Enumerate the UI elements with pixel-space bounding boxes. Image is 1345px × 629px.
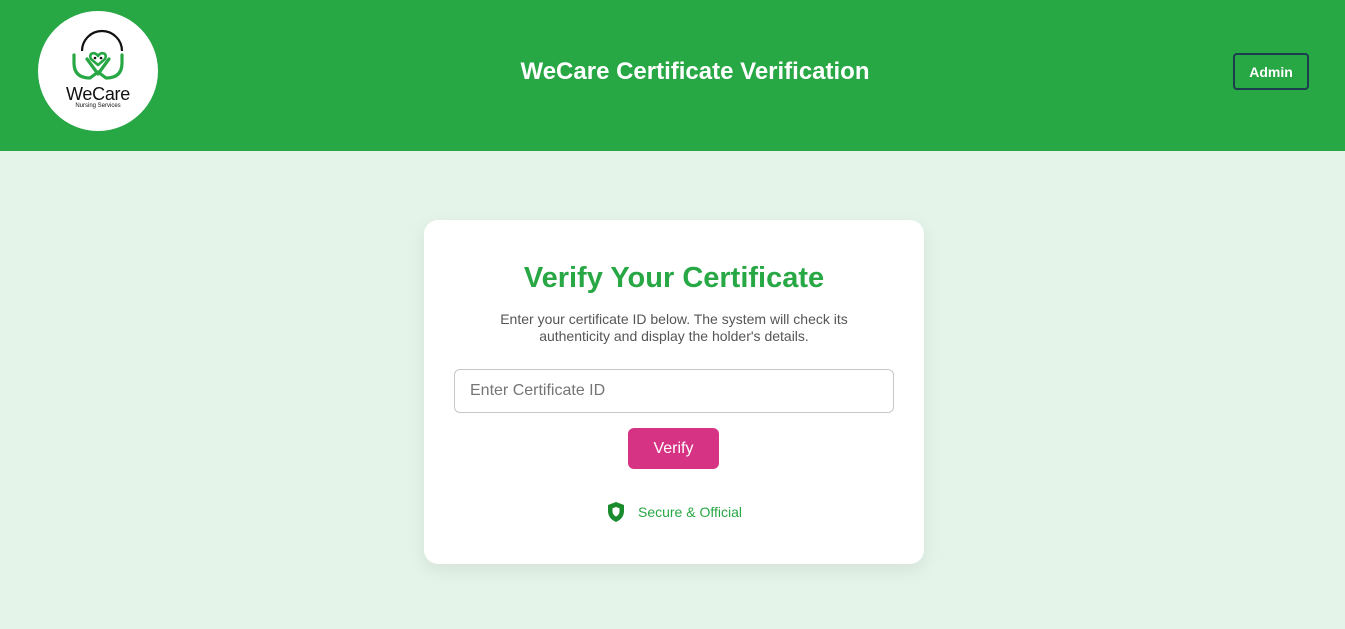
admin-button[interactable]: Admin: [1233, 53, 1309, 90]
shield-icon: [607, 502, 624, 522]
page-title: WeCare Certificate Verification: [520, 58, 870, 85]
logo-tagline: Nursing Services: [75, 103, 121, 109]
card-description: Enter your certificate ID below. The sys…: [500, 311, 848, 344]
verify-card: Verify Your Certificate Enter your certi…: [424, 220, 924, 564]
secure-badge: Secure & Official: [424, 501, 924, 523]
wecare-heart-logo-icon: [72, 29, 124, 80]
card-title: Verify Your Certificate: [523, 262, 825, 294]
logo-name: WeCare: [66, 84, 130, 104]
certificate-id-input[interactable]: [454, 369, 894, 413]
top-header: WeCare Nursing Services WeCare Certifica…: [0, 0, 1345, 151]
verify-button[interactable]: Verify: [628, 428, 719, 469]
wecare-logo[interactable]: WeCare Nursing Services: [38, 11, 158, 131]
secure-label: Secure & Official: [637, 504, 742, 520]
